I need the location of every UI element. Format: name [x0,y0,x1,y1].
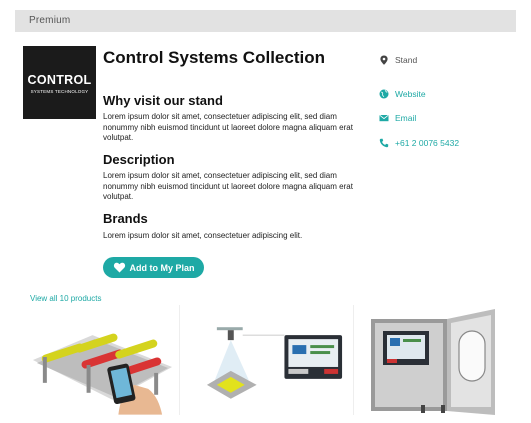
envelope-icon [379,114,389,122]
map-pin-icon [380,55,388,65]
logo-subtext: SYSTEMS TECHNOLOGY [30,89,89,94]
view-all-products-link[interactable]: View all 10 products [30,294,101,303]
heart-icon [113,262,125,273]
brands-text: Lorem ipsum dolor sit amet, consectetuer… [103,231,303,240]
why-visit-heading: Why visit our stand [103,93,223,108]
email-label: Email [395,113,417,123]
brands-heading: Brands [103,211,148,226]
stand-info: Stand [379,55,417,65]
product-card[interactable] [197,305,354,415]
control-cabinet-image [361,305,516,415]
logo-text: CONTROL [27,73,92,87]
globe-icon [379,89,389,99]
add-to-plan-label: Add to My Plan [129,262,195,273]
email-link[interactable]: Email [379,113,416,123]
phone-icon [379,138,389,148]
exhibitor-card: Premium CONTROL SYSTEMS TECHNOLOGY Contr… [15,10,516,415]
exhibitor-name: Control Systems Collection [103,48,325,67]
phone-number: +61 2 0076 5432 [395,138,460,148]
sensor-diagram-image [197,305,353,415]
website-label: Website [395,89,426,99]
tier-label: Premium [29,15,71,26]
description-heading: Description [103,152,175,167]
phone-link[interactable]: +61 2 0076 5432 [379,138,459,148]
exhibitor-logo: CONTROL SYSTEMS TECHNOLOGY [23,46,96,119]
description-text: Lorem ipsum dolor sit amet, consectetuer… [103,171,353,201]
tier-bar: Premium [15,10,516,32]
why-visit-text: Lorem ipsum dolor sit amet, consectetuer… [103,112,353,142]
stand-label: Stand [395,55,418,65]
conveyor-rollers-image [23,305,179,415]
product-card[interactable] [361,305,516,415]
website-link[interactable]: Website [379,89,426,99]
product-card[interactable] [23,305,180,415]
add-to-plan-button[interactable]: Add to My Plan [103,257,204,278]
